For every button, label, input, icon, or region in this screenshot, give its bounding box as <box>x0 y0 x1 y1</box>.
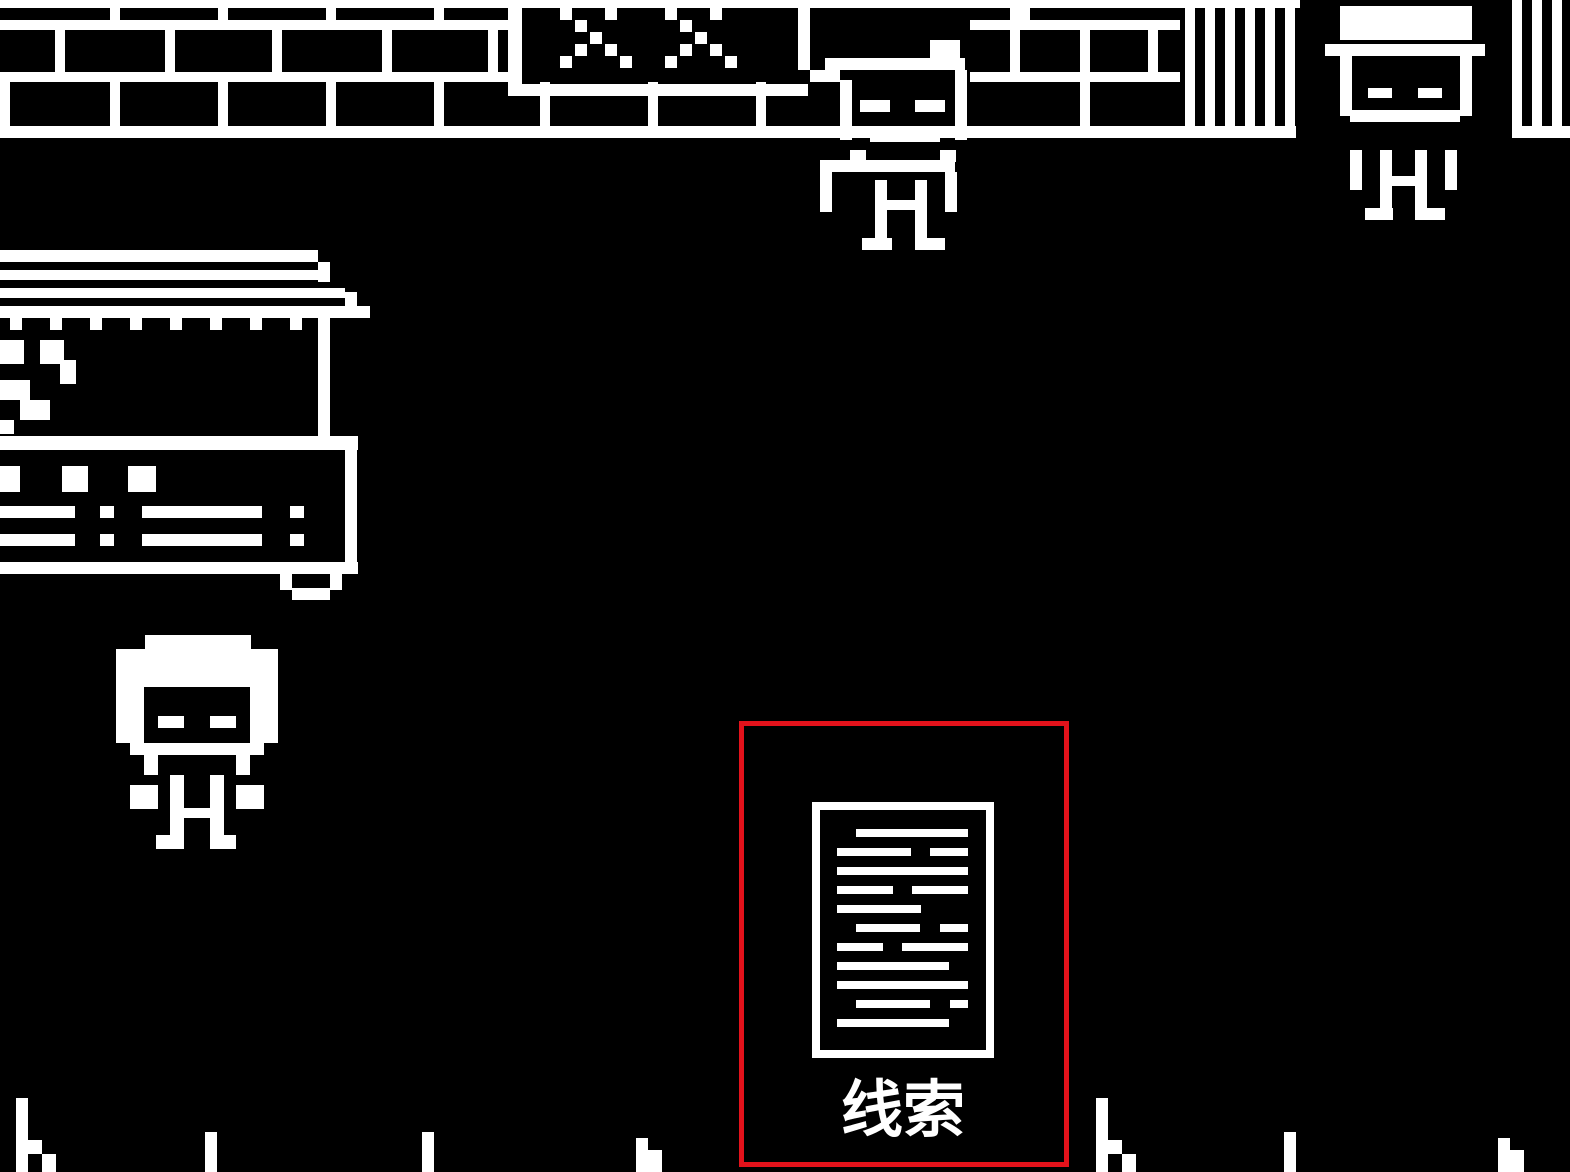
npc-round-head-right[interactable] <box>1325 6 1485 220</box>
window-pattern <box>560 8 737 68</box>
brick-wall <box>0 0 1570 138</box>
document-icon <box>812 802 994 1058</box>
npc-round-head-left[interactable] <box>116 635 278 849</box>
npc-spiky-hair[interactable] <box>810 40 967 250</box>
clue-label[interactable]: 线索 <box>739 1070 1067 1150</box>
shop-stall[interactable] <box>0 250 370 600</box>
document-lines <box>837 829 968 1027</box>
